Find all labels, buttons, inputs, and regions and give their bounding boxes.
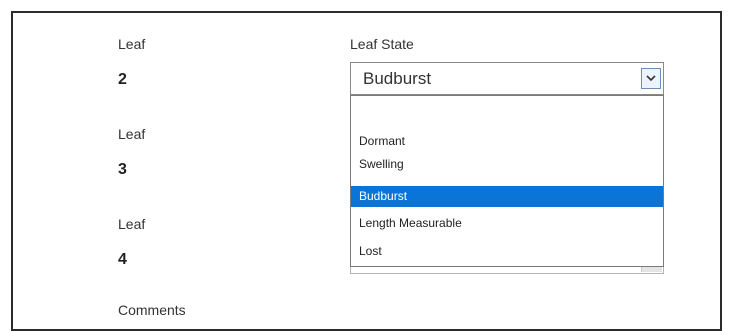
option-dormant[interactable]: Dormant (351, 131, 663, 152)
option-swelling[interactable]: Swelling (351, 154, 663, 175)
leaf-number-2: 3 (118, 161, 127, 178)
chevron-down-icon[interactable] (641, 68, 661, 89)
option-lost[interactable]: Lost (351, 241, 663, 262)
leaf-number-3: 4 (118, 251, 127, 268)
option-budburst[interactable]: Budburst (351, 186, 663, 207)
leaf-state-label: Leaf State (350, 36, 414, 52)
leaf-state-selected-value: Budburst (363, 69, 432, 88)
leaf-label-1: Leaf (118, 36, 146, 52)
option-blank[interactable] (351, 110, 663, 131)
leaf-state-dropdown[interactable]: Dormant Swelling Budburst Length Measura… (350, 95, 664, 267)
leaf-label-2: Leaf (118, 126, 146, 142)
leaf-number-1: 2 (118, 71, 127, 88)
option-length-measurable[interactable]: Length Measurable (351, 213, 663, 234)
leaf-label-3: Leaf (118, 216, 146, 232)
leaf-state-select-1[interactable]: Budburst (350, 62, 664, 95)
